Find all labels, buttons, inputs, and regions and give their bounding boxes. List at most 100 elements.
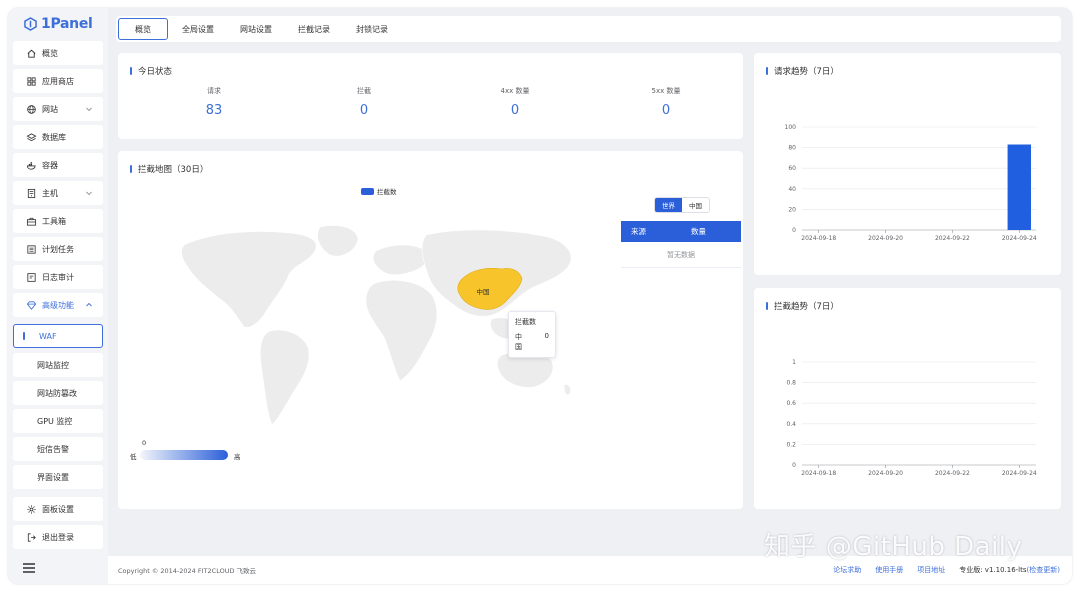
sidebar-item-logout[interactable]: 退出登录 bbox=[13, 525, 103, 549]
card-title: 请求趋势（7日） bbox=[766, 65, 839, 77]
sidebar-item-container[interactable]: 容器 bbox=[13, 153, 103, 177]
today-status-card: 今日状态 请求 83 拦截 0 4xx 数量 0 5xx 数量 0 bbox=[118, 53, 743, 139]
tab-site-settings[interactable]: 网站设置 bbox=[228, 18, 284, 40]
sidebar-item-waf[interactable]: WAF bbox=[13, 324, 103, 348]
continent-south-america bbox=[260, 329, 310, 426]
tab-overview[interactable]: 概览 bbox=[118, 18, 168, 40]
block-trend-title: 拦截趋势（7日） bbox=[774, 302, 839, 312]
china-label: 中国 bbox=[477, 287, 490, 296]
today-status-title: 今日状态 bbox=[138, 67, 173, 77]
check-update-link[interactable]: (检查更新) bbox=[1027, 566, 1060, 574]
continent-greenland bbox=[317, 225, 359, 257]
y-tick-label: 100 bbox=[785, 124, 797, 131]
copyright-text: Copyright © 2014-2024 FIT2CLOUD 飞致云 bbox=[118, 567, 257, 575]
menu-collapse-icon[interactable] bbox=[22, 563, 36, 573]
map-tooltip: 拦截数 中国 0 bbox=[508, 311, 556, 358]
sidebar-item-tamper-protect[interactable]: 网站防篡改 bbox=[13, 381, 103, 405]
block-trend-chart[interactable]: 0 0.2 0.4 0.6 0.8 1 2024-09-18 2024-09-20 2024-0… bbox=[754, 328, 1061, 478]
logo[interactable]: 1Panel bbox=[24, 15, 93, 33]
sidebar-item-label: 退出登录 bbox=[42, 532, 74, 542]
stat-label: 4xx 数量 bbox=[500, 87, 530, 95]
stat-value: 83 bbox=[205, 103, 223, 118]
y-tick-label: 20 bbox=[788, 206, 796, 213]
sidebar-item-overview[interactable]: 概览 bbox=[13, 41, 103, 65]
source-table-empty: 暂无数据 bbox=[621, 242, 741, 268]
stat-label: 请求 bbox=[207, 87, 221, 95]
sidebar-item-label: 网站防篡改 bbox=[37, 388, 77, 398]
tooltip-value: 0 bbox=[544, 332, 549, 340]
sidebar-item-database[interactable]: 数据库 bbox=[13, 125, 103, 149]
stat-label: 拦截 bbox=[357, 87, 371, 95]
col-count[interactable]: 数量 bbox=[681, 226, 741, 237]
sidebar-item-sms-alert[interactable]: 短信告警 bbox=[13, 437, 103, 461]
x-tick-label: 2024-09-20 bbox=[868, 470, 903, 477]
y-tick-label: 40 bbox=[788, 186, 796, 193]
x-tick-label: 2024-09-22 bbox=[935, 235, 970, 242]
stat-blocked: 拦截 0 bbox=[324, 86, 404, 118]
stat-4xx: 4xx 数量 0 bbox=[475, 86, 555, 118]
y-tick-label: 0.4 bbox=[786, 421, 796, 428]
block-map-title: 拦截地图（30日） bbox=[138, 165, 209, 175]
sidebar-item-label: 数据库 bbox=[42, 132, 66, 142]
sidebar-item-label: 高级功能 bbox=[42, 300, 74, 310]
sidebar-item-website[interactable]: 网站 bbox=[13, 97, 103, 121]
y-tick-label: 0.2 bbox=[786, 441, 796, 448]
sidebar-item-label: WAF bbox=[39, 331, 57, 341]
sidebar: 1Panel 概览 应用商店 网站 数据库 容器 主机 工具箱 计划任务 日志审… bbox=[8, 8, 108, 584]
visual-map-value: 0 bbox=[142, 439, 147, 447]
chevron-up-icon bbox=[86, 302, 92, 307]
sidebar-item-advanced[interactable]: 高级功能 bbox=[13, 293, 103, 317]
map-legend[interactable]: 拦截数 bbox=[361, 186, 397, 196]
toggle-china[interactable]: 中国 bbox=[682, 198, 709, 212]
tab-global-settings[interactable]: 全局设置 bbox=[170, 18, 226, 40]
map-scope-toggle: 世界 中国 bbox=[654, 197, 710, 213]
x-tick-label: 2024-09-24 bbox=[1002, 235, 1037, 242]
grid-icon bbox=[25, 75, 37, 87]
continent-north-america bbox=[181, 231, 317, 328]
active-indicator bbox=[23, 332, 25, 340]
tab-block-records[interactable]: 拦截记录 bbox=[286, 18, 342, 40]
app-window: 1Panel 概览 应用商店 网站 数据库 容器 主机 工具箱 计划任务 日志审… bbox=[8, 8, 1072, 584]
log-icon bbox=[25, 271, 37, 283]
sidebar-item-label: 计划任务 bbox=[42, 244, 74, 254]
sidebar-item-label: 概览 bbox=[42, 48, 58, 58]
tooltip-title: 拦截数 bbox=[515, 318, 536, 326]
layers-icon bbox=[25, 131, 37, 143]
stat-5xx: 5xx 数量 0 bbox=[626, 86, 706, 118]
request-trend-card: 请求趋势（7日） 0 20 40 60 80 100 2024-09-18 2024-09-2… bbox=[754, 53, 1061, 275]
x-tick-label: 2024-09-18 bbox=[801, 235, 836, 242]
link-project[interactable]: 项目地址 bbox=[917, 565, 945, 575]
card-title: 拦截地图（30日） bbox=[130, 163, 208, 175]
sidebar-item-toolbox[interactable]: 工具箱 bbox=[13, 209, 103, 233]
visual-map-gradient[interactable] bbox=[140, 450, 228, 460]
sidebar-item-label: 面板设置 bbox=[42, 504, 74, 514]
link-forum[interactable]: 论坛求助 bbox=[833, 565, 861, 575]
card-title: 今日状态 bbox=[130, 65, 172, 77]
col-source[interactable]: 来源 bbox=[621, 226, 681, 237]
whale-icon bbox=[25, 159, 37, 171]
sidebar-item-host[interactable]: 主机 bbox=[13, 181, 103, 205]
request-trend-chart[interactable]: 0 20 40 60 80 100 2024-09-18 2024-09-20 2024-09-… bbox=[754, 93, 1061, 243]
sidebar-item-label: 应用商店 bbox=[42, 76, 74, 86]
sidebar-item-app-store[interactable]: 应用商店 bbox=[13, 69, 103, 93]
sidebar-item-panel-settings[interactable]: 面板设置 bbox=[13, 497, 103, 521]
tab-ban-records[interactable]: 封锁记录 bbox=[344, 18, 400, 40]
sidebar-item-cron[interactable]: 计划任务 bbox=[13, 237, 103, 261]
sidebar-item-label: 容器 bbox=[42, 160, 58, 170]
x-tick-label: 2024-09-20 bbox=[868, 235, 903, 242]
stat-requests: 请求 83 bbox=[174, 86, 254, 118]
sidebar-item-label: 日志审计 bbox=[42, 272, 74, 282]
sidebar-item-gpu-monitor[interactable]: GPU 监控 bbox=[13, 409, 103, 433]
sidebar-item-site-monitor[interactable]: 网站监控 bbox=[13, 353, 103, 377]
sidebar-item-ui-settings[interactable]: 界面设置 bbox=[13, 465, 103, 489]
toggle-world[interactable]: 世界 bbox=[655, 198, 682, 212]
y-tick-label: 1 bbox=[792, 359, 796, 366]
tab-bar: 概览 全局设置 网站设置 拦截记录 封锁记录 bbox=[116, 16, 1061, 42]
y-tick-label: 0 bbox=[792, 227, 796, 234]
chevron-down-icon bbox=[86, 191, 92, 196]
continent-africa bbox=[365, 280, 438, 382]
block-trend-card: 拦截趋势（7日） 0 0.2 0.4 0.6 0.8 1 2024-09-18 2024-09… bbox=[754, 288, 1061, 509]
link-manual[interactable]: 使用手册 bbox=[875, 565, 903, 575]
server-icon bbox=[25, 187, 37, 199]
sidebar-item-log-audit[interactable]: 日志审计 bbox=[13, 265, 103, 289]
